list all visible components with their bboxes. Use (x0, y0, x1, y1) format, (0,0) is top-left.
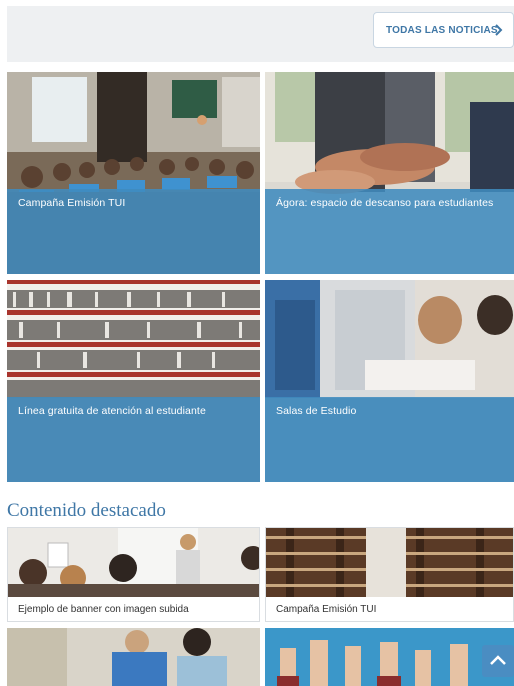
featured-image-library (266, 528, 513, 597)
featured-caption: Ejemplo de banner con imagen subida (18, 604, 189, 615)
news-tile-2[interactable]: Ágora: espacio de descanso para estudian… (265, 72, 514, 274)
featured-card-3[interactable] (7, 628, 260, 686)
tile-title: Línea gratuita de atención al estudiante (18, 405, 206, 417)
featured-image-meeting (8, 528, 259, 597)
featured-caption: Campaña Emisión TUI (276, 604, 377, 615)
chevron-up-icon (490, 655, 506, 665)
featured-card-2[interactable]: Campaña Emisión TUI (265, 527, 514, 622)
featured-image-students (7, 628, 260, 686)
news-tile-3[interactable]: Línea gratuita de atención al estudiante (7, 280, 260, 482)
back-to-top-button[interactable] (482, 645, 514, 677)
tile-title: Salas de Estudio (276, 405, 357, 417)
featured-card-1[interactable]: Ejemplo de banner con imagen subida (7, 527, 260, 622)
chevron-right-icon (495, 24, 503, 36)
tile-title: Campaña Emisión TUI (18, 197, 126, 209)
news-tile-1[interactable]: Campaña Emisión TUI (7, 72, 260, 274)
news-tile-4[interactable]: Salas de Estudio (265, 280, 514, 482)
featured-image-thumbs-up (265, 628, 514, 686)
featured-card-4[interactable] (265, 628, 514, 686)
all-news-button[interactable]: TODAS LAS NOTICIAS (373, 12, 514, 48)
all-news-label: TODAS LAS NOTICIAS (386, 24, 498, 36)
tile-title: Ágora: espacio de descanso para estudian… (276, 197, 494, 209)
featured-heading: Contenido destacado (7, 500, 166, 521)
